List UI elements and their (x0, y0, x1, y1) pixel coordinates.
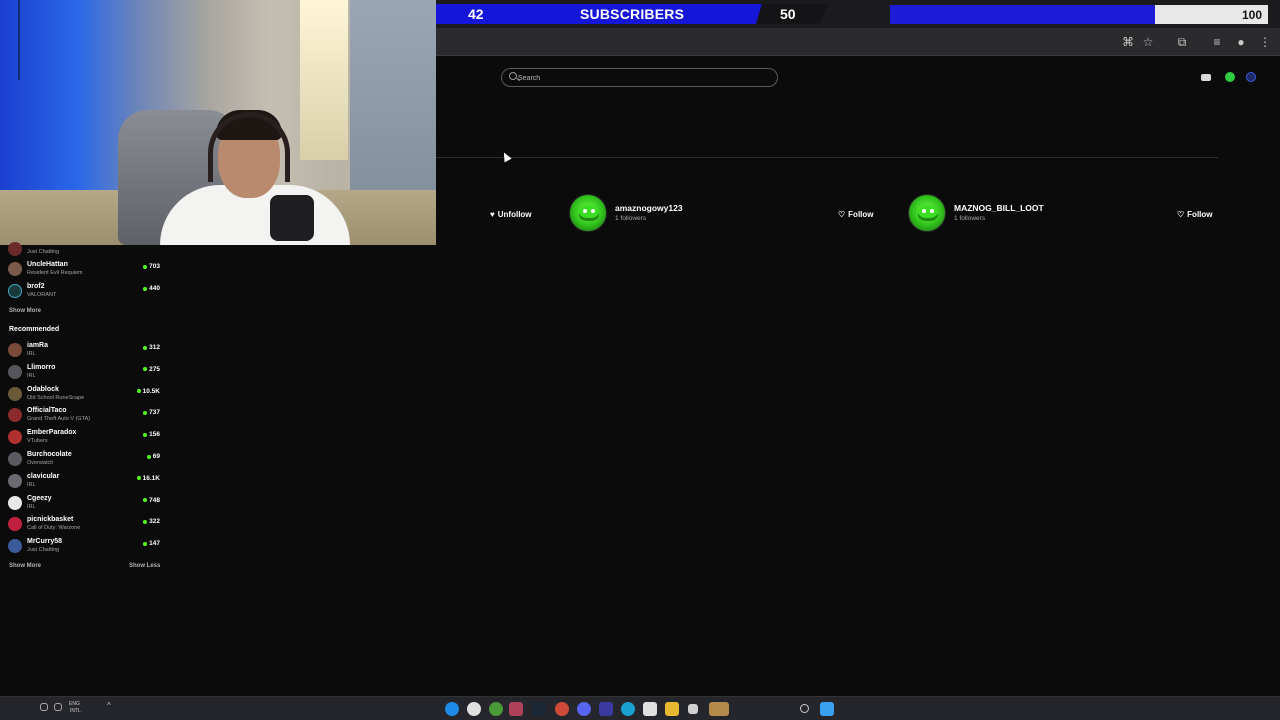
terminal-icon[interactable] (509, 702, 523, 716)
volume-icon[interactable] (54, 703, 62, 711)
browser-toolbar: ⌘ ☆ ⧉ ≡ ● ⋮ (436, 28, 1280, 56)
show-more-button[interactable]: Show More (9, 563, 41, 569)
sidebar-recommended-channel[interactable]: Burchocolate Overwatch 69 (8, 451, 160, 471)
avatar (8, 386, 22, 401)
sidebar-recommended-channel[interactable]: Llimorro IRL 275 (8, 364, 160, 384)
avatar (8, 364, 22, 379)
task-view-icon[interactable] (688, 704, 698, 714)
avatar (8, 539, 22, 554)
live-dot-icon (143, 345, 148, 350)
heart-outline-icon: ♡ (838, 209, 846, 219)
app-icon[interactable] (599, 702, 613, 716)
avatar (8, 430, 22, 445)
sidebar-recommended-channel[interactable]: OfficialTaco Grand Theft Auto V (GTA) 737 (8, 407, 160, 427)
sidebar-channel[interactable]: UncleHattan Resident Evil Requiem 703 (8, 261, 160, 281)
extensions-icon[interactable]: ⧉ (1174, 34, 1190, 50)
menu-icon[interactable]: ⋮ (1257, 34, 1273, 50)
keyboard-layout[interactable]: INTL (70, 708, 81, 714)
profile-icon[interactable]: ● (1233, 34, 1249, 50)
sidebar: Just Chatting UncleHattan Resident Evil … (0, 242, 168, 575)
avatar[interactable] (1246, 72, 1256, 82)
app-icon[interactable] (445, 702, 459, 716)
goal-bar: 100 (890, 5, 1268, 24)
avatar (8, 343, 22, 357)
sidebar-recommended-channel[interactable]: picnickbasket Call of Duty: Warzone 322 (8, 516, 160, 536)
sidebar-recommended-channel[interactable]: MrCurry58 Just Chatting 147 (8, 538, 160, 558)
subscriber-target: 50 (780, 6, 796, 22)
sidebar-recommended-channel[interactable]: clavicular IRL 16.1K (8, 473, 160, 493)
star-icon[interactable]: ☆ (1140, 34, 1156, 50)
follower-count: 1 followers (954, 215, 986, 222)
divider (436, 157, 1218, 158)
recommended-heading: Recommended (9, 326, 60, 333)
channel-name[interactable]: amaznogowy123 (615, 203, 683, 213)
live-dot-icon (143, 541, 148, 546)
store-icon[interactable] (643, 702, 657, 716)
unfollow-button[interactable]: ♥ Unfollow (490, 207, 532, 221)
avatar[interactable] (569, 194, 607, 232)
browser-icon[interactable] (555, 702, 569, 716)
live-dot-icon (143, 286, 148, 291)
live-dot-icon (143, 264, 148, 269)
avatar (8, 408, 22, 423)
avatar (8, 284, 22, 298)
discord-icon[interactable] (577, 702, 591, 716)
mouse-cursor-icon (500, 150, 512, 163)
subscriber-count: 42 (468, 6, 484, 22)
live-dot-icon (143, 519, 148, 524)
avatar (8, 517, 22, 532)
translate-icon[interactable]: ⌘ (1120, 34, 1136, 50)
goal-bar-fill (890, 5, 1155, 24)
follower-count: 1 followers (615, 215, 647, 222)
avatar (8, 242, 22, 256)
sidebar-recommended-channel[interactable]: Cgeezy IRL 748 (8, 495, 160, 515)
search-icon (509, 72, 517, 80)
kick-logo-icon[interactable] (1225, 72, 1235, 82)
webcam-feed (0, 0, 436, 245)
media-icon[interactable]: ≡ (1209, 34, 1225, 50)
sidebar-recommended-channel[interactable]: Odablock Old School RuneScape 10.5K (8, 386, 160, 406)
show-less-button[interactable]: Show Less (129, 563, 160, 569)
language-indicator[interactable]: ENG (69, 701, 80, 707)
live-dot-icon (143, 432, 148, 437)
follow-button[interactable]: ♡ Follow (1177, 207, 1213, 221)
windows-start-icon[interactable] (820, 702, 834, 716)
live-dot-icon (143, 367, 148, 372)
edge-icon[interactable] (621, 702, 635, 716)
live-dot-icon (143, 410, 148, 415)
avatar (8, 262, 22, 276)
obs-icon[interactable] (467, 702, 481, 716)
channel-name[interactable]: MAZNOG_BILL_LOOT (954, 203, 1044, 213)
chrome-icon[interactable] (489, 702, 503, 716)
follow-button[interactable]: ♡ Follow (838, 207, 874, 221)
avatar (8, 473, 22, 488)
folder-icon[interactable] (665, 702, 679, 716)
avatar[interactable] (908, 194, 946, 232)
live-dot-icon (136, 389, 141, 394)
search-box[interactable] (501, 68, 778, 87)
subscriber-goal-overlay: 42 SUBSCRIBERS 50 100 (436, 0, 1280, 28)
show-more-button[interactable]: Show More (9, 308, 41, 314)
subscriber-label: SUBSCRIBERS (580, 6, 685, 22)
network-icon[interactable] (40, 703, 48, 711)
taskbar: ENG INTL ^ (0, 696, 1280, 720)
avatar (8, 495, 22, 510)
search-icon[interactable] (800, 704, 809, 713)
search-input[interactable] (518, 71, 768, 85)
wallet-icon[interactable] (1201, 74, 1211, 81)
chevron-up-icon[interactable]: ^ (107, 702, 111, 710)
live-dot-icon (136, 476, 141, 481)
live-dot-icon (146, 454, 151, 459)
live-dot-icon (143, 498, 148, 503)
sidebar-recommended-channel[interactable]: EmberParadox VTubers 156 (8, 429, 160, 449)
steam-icon[interactable] (532, 702, 546, 716)
heart-icon: ♥ (490, 209, 495, 219)
sidebar-channel[interactable]: brof2 VALORANT 440 (8, 283, 160, 303)
sidebar-recommended-channel[interactable]: iamRa IRL 312 (8, 342, 160, 362)
widgets-icon[interactable] (709, 702, 729, 716)
avatar (8, 452, 22, 466)
heart-outline-icon: ♡ (1177, 209, 1185, 219)
goal-max: 100 (1241, 8, 1262, 22)
